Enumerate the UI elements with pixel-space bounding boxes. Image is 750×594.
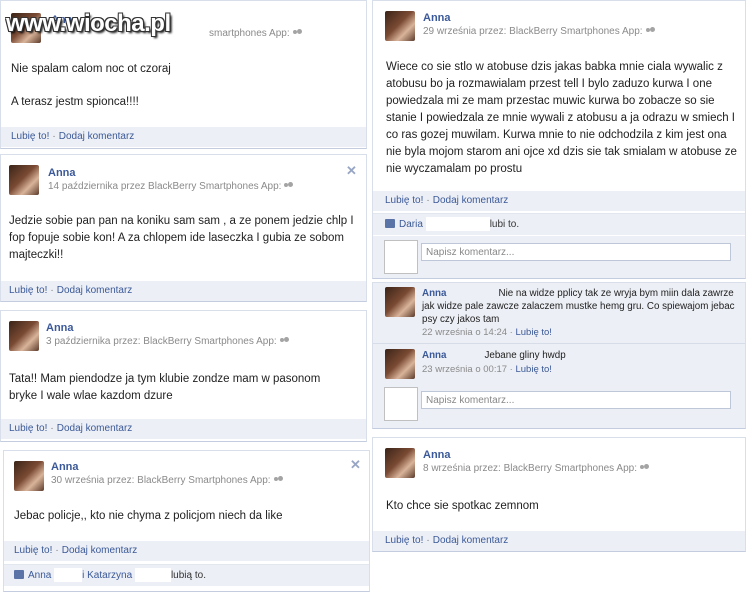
audience-icon [273, 476, 284, 484]
post-text: Tata!! Mam piendodze ja tym klubie zondz… [9, 373, 321, 402]
commenter-avatar [384, 240, 418, 274]
comment-box: Napisz komentarz... [373, 236, 745, 278]
post-text-line-2: A terasz jestm spionca!!!! [11, 96, 139, 108]
thumbs-up-icon [385, 218, 395, 228]
avatar[interactable] [385, 448, 415, 478]
post-meta: 8 września przez: BlackBerry Smartphones… [423, 463, 650, 474]
avatar[interactable] [385, 349, 415, 379]
post-text-line-1: Nie spalam calom noc ot czoraj [11, 63, 171, 75]
comments-thread: Anna Nie na widze pplicy tak ze wryja bym… [372, 282, 746, 429]
comment-like-link[interactable]: Lubię to! [515, 364, 551, 375]
liker-name[interactable]: i Katarzyna [82, 570, 132, 581]
audience-icon [639, 464, 650, 472]
close-icon[interactable]: ✕ [346, 163, 357, 179]
redaction [54, 568, 83, 583]
post-meta: 3 października przez: BlackBerry Smartph… [46, 336, 290, 347]
comment-text: Anna Nie na widze pplicy tak ze wryja bym… [422, 287, 735, 325]
post-actions: Lubię to! · Dodaj komentarz [373, 531, 745, 551]
redaction [446, 287, 499, 299]
like-link[interactable]: Lubię to! [385, 535, 423, 546]
avatar[interactable] [385, 11, 415, 41]
watermark: www.wiocha.pl [6, 10, 171, 37]
comment-link[interactable]: Dodaj komentarz [59, 131, 135, 142]
audience-icon [645, 27, 656, 35]
audience-icon [279, 337, 290, 345]
post-meta: 30 września przez: BlackBerry Smartphone… [51, 475, 284, 486]
thumbs-up-icon [14, 569, 24, 579]
post-author[interactable]: Anna [46, 322, 74, 334]
post-5: Anna 29 września przez: BlackBerry Smart… [372, 0, 746, 279]
post-text: Jebac policje,, kto nie chyma z policjom… [14, 510, 283, 522]
like-link[interactable]: Lubię to! [14, 545, 52, 556]
post-6: Anna 8 września przez: BlackBerry Smartp… [372, 437, 746, 552]
comment-like-link[interactable]: Lubię to! [515, 327, 551, 338]
like-link[interactable]: Lubię to! [9, 423, 47, 434]
post-actions: Lubię to! · Dodaj komentarz [1, 419, 366, 439]
redaction [425, 217, 490, 232]
post-author[interactable]: Anna [423, 12, 451, 24]
avatar[interactable] [14, 461, 44, 491]
post-actions: Lubię to! · Dodaj komentarz [1, 127, 366, 147]
comment-link[interactable]: Dodaj komentarz [57, 285, 133, 296]
post-author[interactable]: Anna [51, 461, 79, 473]
comment-text: Anna Jebane gliny hwdp [422, 349, 566, 361]
post-text: Jedzie sobie pan pan na koniku sam sam ,… [9, 215, 354, 261]
divider [373, 343, 745, 344]
comment-input[interactable]: Napisz komentarz... [421, 391, 731, 409]
audience-icon [292, 29, 303, 37]
close-icon[interactable]: ✕ [350, 457, 361, 473]
like-link[interactable]: Lubię to! [9, 285, 47, 296]
post-actions: Lubię to! · Dodaj komentarz [1, 281, 366, 301]
avatar[interactable] [385, 287, 415, 317]
post-2: Anna 14 października przez BlackBerry Sm… [0, 154, 367, 302]
redaction [134, 568, 171, 583]
avatar[interactable] [9, 165, 39, 195]
comment-link[interactable]: Dodaj komentarz [433, 195, 509, 206]
post-actions: Lubię to! · Dodaj komentarz [373, 191, 745, 211]
likes-summary: Daria lubi to. [373, 213, 745, 235]
commenter-avatar [384, 387, 418, 421]
comment-input[interactable]: Napisz komentarz... [421, 243, 731, 261]
post-3: Anna 3 października przez: BlackBerry Sm… [0, 310, 367, 442]
post-4: Anna 30 września przez: BlackBerry Smart… [3, 450, 370, 592]
liker-name[interactable]: Anna [28, 570, 51, 581]
like-link[interactable]: Lubię to! [11, 131, 49, 142]
likes-text: lubią to. [170, 570, 206, 581]
likes-text: lubi to. [489, 219, 520, 230]
post-author[interactable]: Anna [48, 167, 76, 179]
comment-link[interactable]: Dodaj komentarz [62, 545, 138, 556]
likes-summary: Anna i Katarzyna lubią to. [4, 564, 369, 586]
comment-meta: 23 września o 00:17 · Lubię to! [422, 364, 552, 375]
redaction [446, 349, 485, 361]
post-meta: 14 października przez BlackBerry Smartph… [48, 181, 294, 192]
comment-link[interactable]: Dodaj komentarz [433, 535, 509, 546]
post-meta: smartphones App: [209, 28, 303, 39]
post-text: Wiece co sie stlo w atobuse dzis jakas b… [386, 61, 737, 175]
comment-link[interactable]: Dodaj komentarz [57, 423, 133, 434]
like-link[interactable]: Lubię to! [385, 195, 423, 206]
post-meta: 29 września przez: BlackBerry Smartphone… [423, 26, 656, 37]
post-author[interactable]: Anna [423, 449, 451, 461]
audience-icon [284, 182, 294, 190]
comment-author[interactable]: Anna [422, 350, 447, 361]
post-text: Kto chce sie spotkac zemnom [386, 500, 539, 512]
comment-author[interactable]: Anna [422, 288, 447, 299]
liker-name[interactable]: Daria [399, 219, 423, 230]
avatar[interactable] [9, 321, 39, 351]
post-actions: Lubię to! · Dodaj komentarz [4, 541, 369, 561]
comment-meta: 22 września o 14:24 · Lubię to! [422, 327, 552, 338]
